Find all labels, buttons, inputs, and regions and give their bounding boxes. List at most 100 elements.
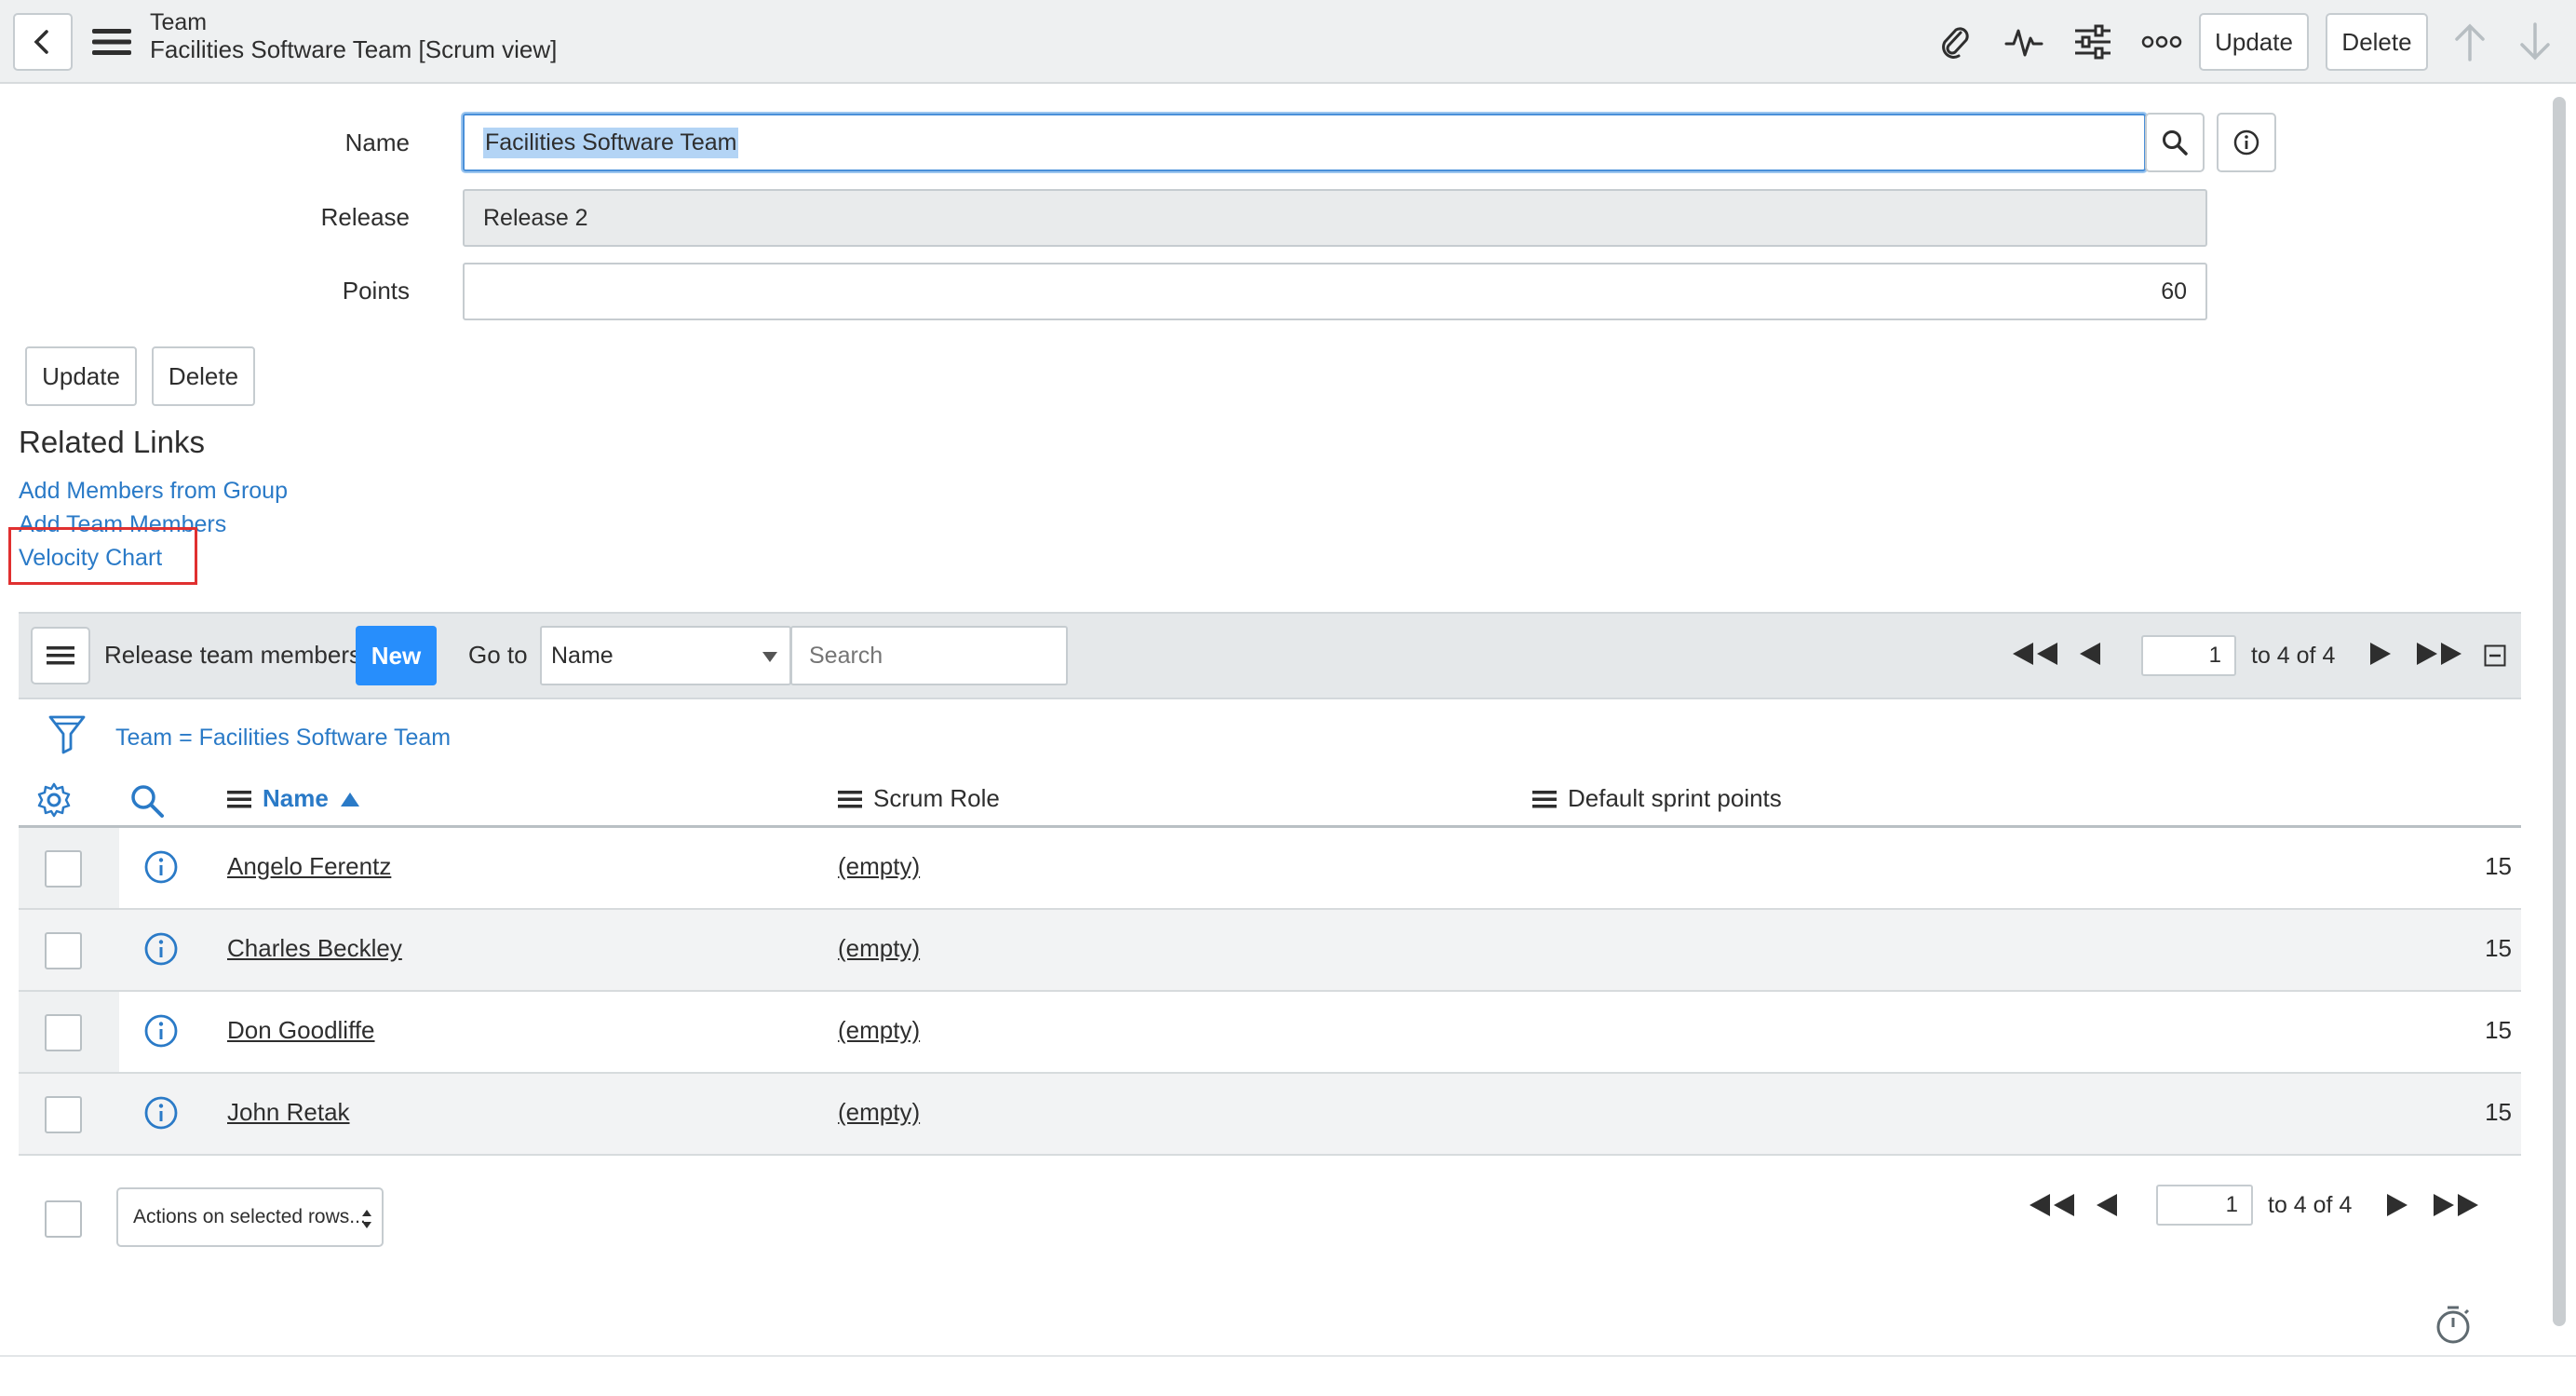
bottom-prev-page-button[interactable] bbox=[2095, 1190, 2119, 1225]
arrow-up-icon bbox=[2455, 23, 2485, 61]
points-field[interactable]: 60 bbox=[463, 263, 2207, 320]
new-button[interactable]: New bbox=[356, 626, 437, 685]
filter-icon bbox=[48, 715, 86, 754]
response-time-button[interactable] bbox=[2434, 1304, 2473, 1349]
next-record-button[interactable] bbox=[2507, 13, 2563, 71]
bottom-first-page-button[interactable] bbox=[2028, 1190, 2076, 1225]
row-points: 15 bbox=[2485, 934, 2512, 962]
next-page-button[interactable] bbox=[2368, 639, 2393, 673]
column-header-name[interactable]: Name bbox=[227, 784, 360, 813]
previous-record-button[interactable] bbox=[2442, 13, 2498, 71]
prev-page-button[interactable] bbox=[2078, 639, 2102, 673]
menu-button[interactable] bbox=[84, 13, 140, 71]
select-all-checkbox[interactable] bbox=[45, 1200, 82, 1238]
column-header-default-sprint-points[interactable]: Default sprint points bbox=[1532, 784, 1782, 813]
row-name-link[interactable]: Don Goodliffe bbox=[227, 1016, 375, 1045]
name-field[interactable]: Facilities Software Team bbox=[463, 114, 2146, 171]
sliders-icon bbox=[2075, 24, 2111, 60]
filter-button[interactable] bbox=[48, 713, 86, 759]
release-field: Release 2 bbox=[463, 189, 2207, 247]
paperclip-icon bbox=[1942, 27, 1969, 59]
delete-button[interactable]: Delete bbox=[152, 346, 255, 406]
column-menu-icon bbox=[1532, 790, 1557, 807]
actions-select-label: Actions on selected rows... bbox=[133, 1206, 366, 1227]
name-info-button[interactable] bbox=[2217, 113, 2276, 172]
collapse-icon bbox=[2484, 644, 2506, 667]
row-name-link[interactable]: John Retak bbox=[227, 1098, 350, 1127]
table-row[interactable]: Angelo Ferentz (empty) 15 bbox=[19, 828, 2521, 910]
scrollbar[interactable] bbox=[2553, 97, 2566, 1326]
info-icon[interactable] bbox=[142, 848, 180, 886]
row-role-link[interactable]: (empty) bbox=[838, 1016, 920, 1045]
info-icon bbox=[2233, 129, 2259, 156]
row-name-link[interactable]: Charles Beckley bbox=[227, 934, 402, 963]
name-lookup-button[interactable] bbox=[2145, 113, 2205, 172]
row-points: 15 bbox=[2485, 852, 2512, 880]
row-role-link[interactable]: (empty) bbox=[838, 852, 920, 881]
column-header-scrum-role-label: Scrum Role bbox=[873, 784, 1000, 812]
activity-stream-button[interactable] bbox=[1996, 13, 2052, 71]
row-checkbox[interactable] bbox=[45, 1014, 82, 1051]
first-page-icon bbox=[2013, 643, 2057, 665]
bottom-next-page-button[interactable] bbox=[2385, 1190, 2409, 1225]
info-icon[interactable] bbox=[142, 1012, 180, 1050]
last-page-icon bbox=[2434, 1194, 2478, 1216]
select-arrows-icon bbox=[362, 1210, 371, 1228]
sort-asc-icon bbox=[340, 792, 359, 806]
more-options-button[interactable] bbox=[2134, 13, 2190, 71]
goto-field-value: Name bbox=[551, 642, 614, 669]
row-checkbox[interactable] bbox=[45, 932, 82, 969]
header-delete-button[interactable]: Delete bbox=[2326, 13, 2428, 71]
back-icon bbox=[34, 30, 48, 54]
header-update-button[interactable]: Update bbox=[2199, 13, 2309, 71]
last-page-button[interactable] bbox=[2415, 639, 2463, 673]
search-icon bbox=[2163, 130, 2188, 156]
first-page-button[interactable] bbox=[2011, 639, 2059, 673]
row-checkbox[interactable] bbox=[45, 1096, 82, 1133]
table-row[interactable]: John Retak (empty) 15 bbox=[19, 1074, 2521, 1156]
prev-page-icon bbox=[2097, 1194, 2117, 1216]
list-search-input[interactable] bbox=[790, 626, 1068, 685]
personalize-list-button[interactable] bbox=[35, 781, 73, 823]
list-search-input-field[interactable] bbox=[807, 628, 1053, 684]
info-icon[interactable] bbox=[142, 1094, 180, 1132]
menu-icon bbox=[47, 646, 74, 665]
actions-select[interactable]: Actions on selected rows... bbox=[116, 1187, 384, 1247]
update-button[interactable]: Update bbox=[25, 346, 137, 406]
row-checkbox[interactable] bbox=[45, 850, 82, 888]
column-search-button[interactable] bbox=[128, 782, 166, 824]
record-title: Facilities Software Team [Scrum view] bbox=[150, 35, 558, 63]
bottom-page-number-input[interactable]: 1 bbox=[2156, 1185, 2253, 1226]
chevron-down-icon bbox=[762, 652, 777, 662]
list-context-menu-button[interactable] bbox=[31, 627, 90, 684]
column-header-default-sprint-points-label: Default sprint points bbox=[1568, 784, 1782, 812]
row-points: 15 bbox=[2485, 1098, 2512, 1126]
row-role-link[interactable]: (empty) bbox=[838, 1098, 920, 1127]
bottom-page-count-text: to 4 of 4 bbox=[2268, 1192, 2353, 1218]
related-links-heading: Related Links bbox=[19, 425, 205, 459]
attachment-button[interactable] bbox=[1927, 13, 1983, 71]
filter-breadcrumb[interactable]: Team = Facilities Software Team bbox=[115, 725, 451, 752]
column-menu-icon bbox=[227, 790, 251, 807]
back-button[interactable] bbox=[13, 13, 73, 71]
personalize-form-button[interactable] bbox=[2065, 13, 2121, 71]
add-members-from-group-link[interactable]: Add Members from Group bbox=[19, 478, 288, 505]
info-icon[interactable] bbox=[142, 930, 180, 968]
column-header-scrum-role[interactable]: Scrum Role bbox=[838, 784, 1000, 813]
goto-field-select[interactable]: Name bbox=[540, 626, 791, 685]
highlight-box bbox=[8, 527, 197, 585]
collapse-list-button[interactable] bbox=[2484, 644, 2506, 671]
page-number-input[interactable]: 1 bbox=[2141, 635, 2236, 676]
table-row[interactable]: Charles Beckley (empty) 15 bbox=[19, 910, 2521, 992]
goto-label: Go to bbox=[468, 641, 528, 669]
prev-page-icon bbox=[2080, 643, 2100, 665]
table-row[interactable]: Don Goodliffe (empty) 15 bbox=[19, 992, 2521, 1074]
points-label: Points bbox=[342, 277, 410, 305]
row-role-link[interactable]: (empty) bbox=[838, 934, 920, 963]
row-points: 15 bbox=[2485, 1016, 2512, 1044]
row-name-link[interactable]: Angelo Ferentz bbox=[227, 852, 391, 881]
record-type: Team bbox=[150, 9, 208, 35]
menu-icon bbox=[92, 29, 131, 55]
activity-icon bbox=[2004, 29, 2043, 57]
bottom-last-page-button[interactable] bbox=[2432, 1190, 2480, 1225]
